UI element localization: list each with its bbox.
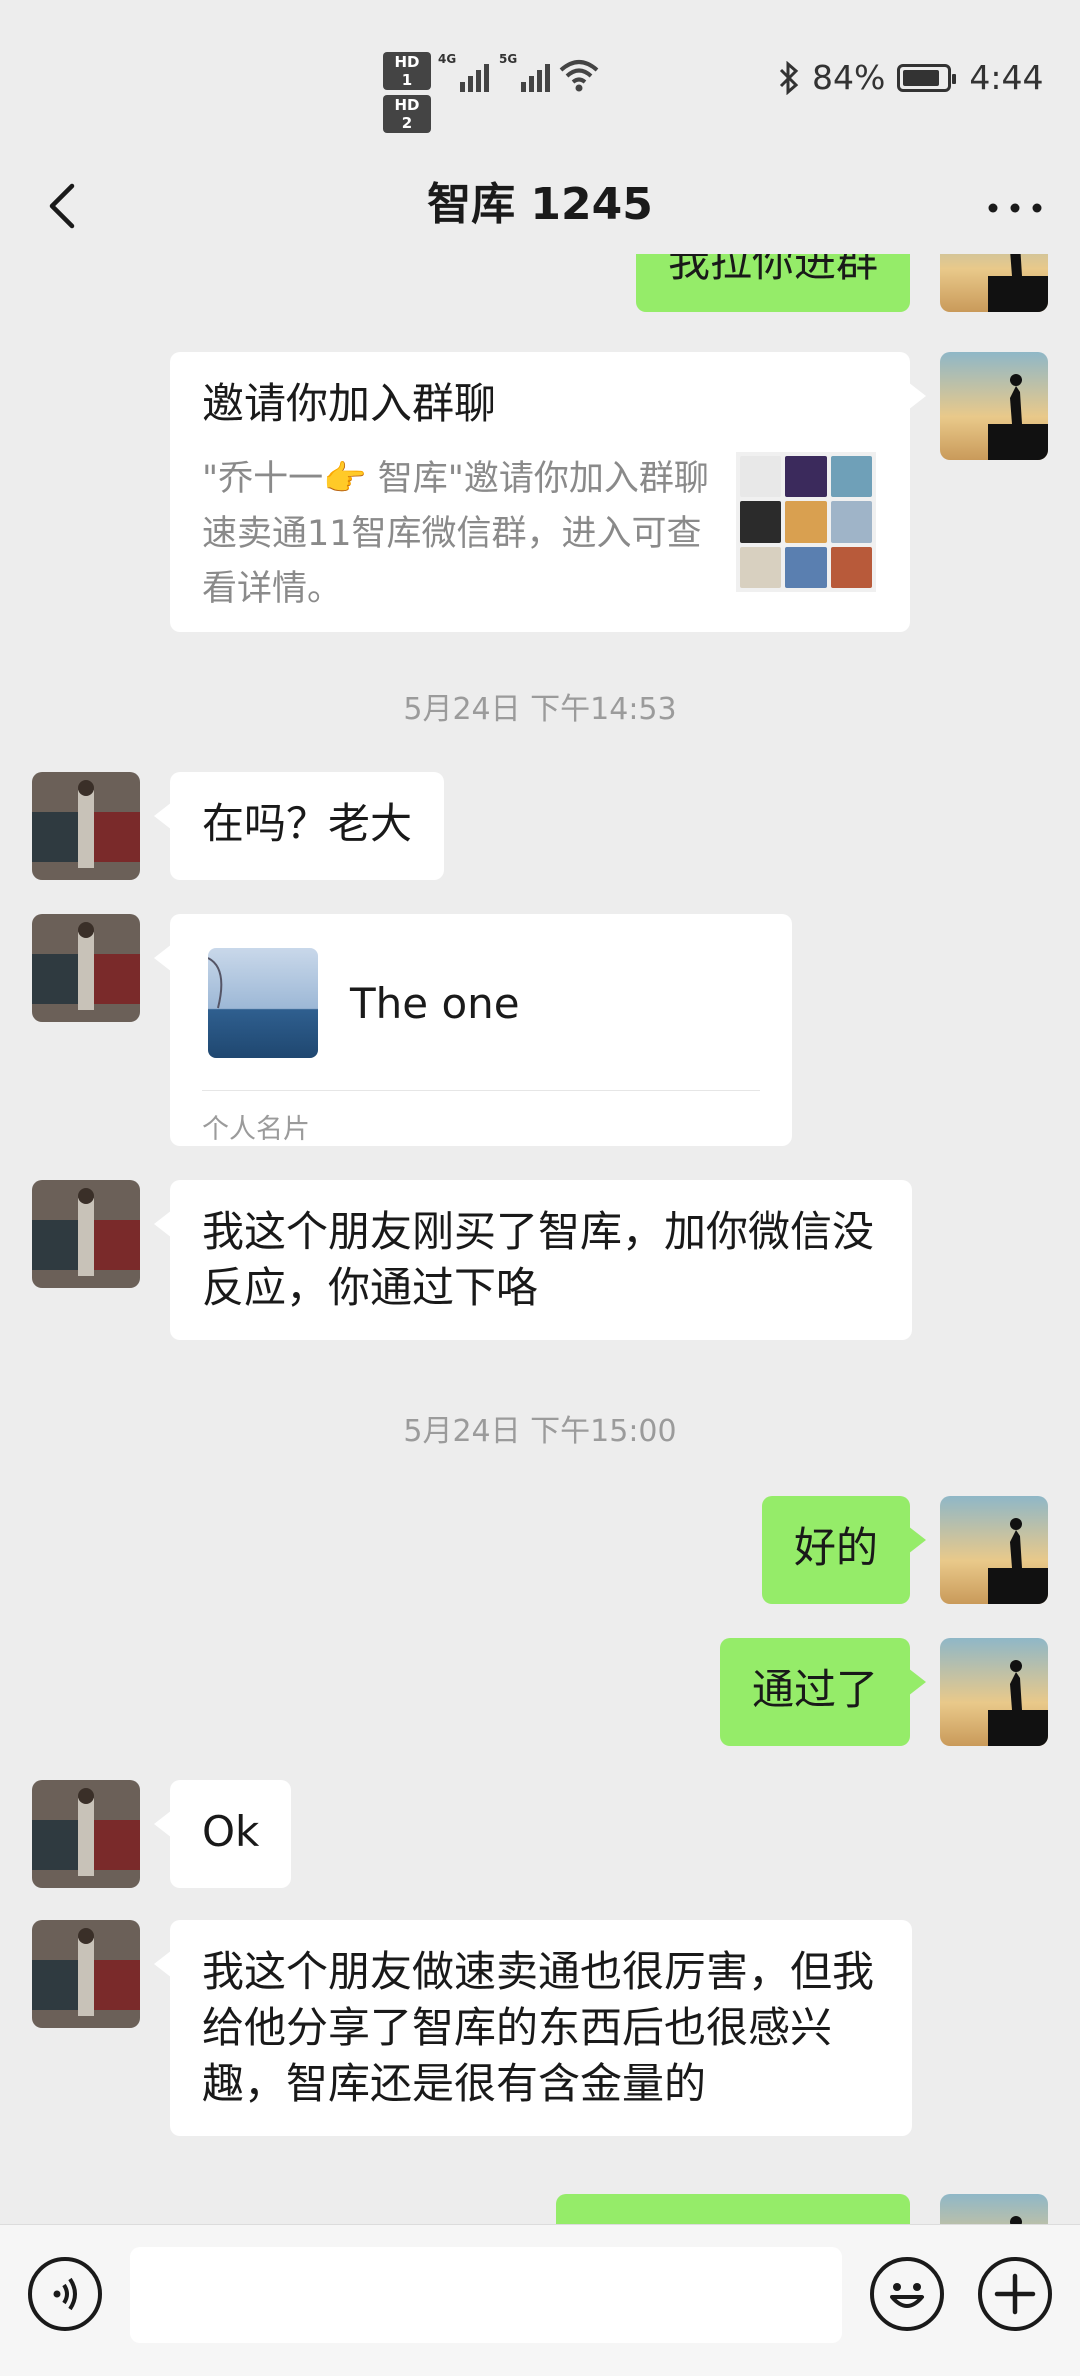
message-text: 通过了	[751, 1665, 878, 1714]
emoji-button[interactable]	[870, 2257, 944, 2331]
invite-title: 邀请你加入群聊	[202, 379, 497, 428]
signal-4g-icon: 4G	[438, 52, 489, 92]
message-bubble-theirs[interactable]: 我这个朋友刚买了智库，加你微信没反应，你通过下咯	[154, 1180, 912, 1340]
battery-icon	[897, 63, 957, 92]
message-row: 通过了	[0, 1638, 1080, 1748]
voice-icon	[53, 2277, 77, 2311]
cellular-signals: 4G 5G	[438, 52, 550, 92]
contact-avatar[interactable]	[32, 914, 140, 1022]
my-avatar[interactable]	[940, 352, 1048, 460]
message-row: The one 个人名片	[0, 914, 1080, 1154]
message-row: 在吗？老大	[0, 772, 1080, 882]
avatar-image	[32, 1780, 140, 1888]
avatar-image	[32, 1180, 140, 1288]
message-bubble-mine[interactable]: 好的	[761, 1496, 927, 1604]
message-text: 在吗？老大	[202, 799, 413, 848]
contact-card[interactable]: The one 个人名片	[154, 914, 792, 1146]
message-bubble-theirs[interactable]: 我这个朋友做速卖通也很厉害，但我给他分享了智库的东西后也很感兴趣，智库还是很有含…	[154, 1920, 912, 2136]
invite-description: "乔十一👉 智库"邀请你加入群聊速卖通11智库微信群，进入可查看详情。	[202, 459, 709, 609]
card-contact-name: The one	[350, 979, 520, 1028]
card-contact-avatar	[208, 948, 318, 1058]
network-type-2: 5G	[499, 52, 518, 66]
signal-5g-icon: 5G	[499, 52, 550, 92]
more-functions-button[interactable]	[978, 2257, 1052, 2331]
more-dots-icon	[988, 203, 1042, 213]
message-bubble-theirs[interactable]: 在吗？老大	[153, 772, 445, 880]
input-bar	[0, 2224, 1080, 2376]
message-row: Ok	[0, 1780, 1080, 1890]
avatar-image	[940, 254, 1048, 312]
message-bubble-theirs[interactable]: Ok	[153, 1780, 292, 1888]
clock: 4:44	[969, 58, 1044, 97]
message-row: 我这个朋友刚买了智库，加你微信没反应，你通过下咯	[0, 1180, 1080, 1360]
avatar-image	[940, 2194, 1048, 2224]
sim1-badge: HD 1	[383, 52, 431, 90]
message-bubble-mine[interactable]: 我拉你进群	[635, 254, 910, 312]
message-text: 我拉你进群	[667, 254, 878, 286]
battery-percent: 84%	[812, 58, 886, 97]
avatar-image	[940, 352, 1048, 460]
status-bar: HD 1 HD 2 4G 5G 84% 4:44	[0, 0, 1080, 150]
my-avatar[interactable]	[940, 1638, 1048, 1746]
avatar-image	[940, 1496, 1048, 1604]
group-invite-card[interactable]: 邀请你加入群聊 "乔十一👉 智库"邀请你加入群聊速卖通11智库微信群，进入可查看…	[170, 352, 926, 632]
status-right: 84% 4:44	[778, 58, 1043, 97]
message-text: 我这个朋友做速卖通也很厉害，但我给他分享了智库的东西后也很感兴趣，智库还是很有含…	[202, 1947, 875, 2108]
bluetooth-icon	[779, 60, 799, 95]
message-input[interactable]	[130, 2247, 842, 2343]
chat-title: 智库 1245	[427, 179, 653, 230]
avatar-image	[940, 1638, 1048, 1746]
my-avatar[interactable]	[940, 1496, 1048, 1604]
contact-avatar[interactable]	[32, 1780, 140, 1888]
message-text: 好的	[793, 1523, 878, 1572]
message-row: 我拉你进群	[0, 254, 1080, 324]
timestamp: 5月24日 下午14:53	[403, 692, 677, 727]
message-row: 好的	[0, 1496, 1080, 1606]
wifi-icon	[559, 60, 599, 92]
sim-badges: HD 1 HD 2	[383, 52, 431, 138]
message-text: Ok	[202, 1807, 260, 1856]
timestamp: 5月24日 下午15:00	[403, 1414, 677, 1449]
avatar-image	[32, 914, 140, 1022]
message-row	[0, 2194, 1080, 2224]
contact-avatar[interactable]	[32, 1920, 140, 2028]
card-divider	[202, 1090, 760, 1091]
message-row: 我这个朋友做速卖通也很厉害，但我给他分享了智库的东西后也很感兴趣，智库还是很有含…	[0, 1920, 1080, 2170]
message-list[interactable]: 我拉你进群 邀请你加入群聊 "乔十一👉 智库"邀请你加入群聊速卖通11智库微信群…	[0, 254, 1080, 2224]
my-avatar[interactable]	[940, 254, 1048, 312]
contact-avatar[interactable]	[32, 772, 140, 880]
contact-avatar[interactable]	[32, 1180, 140, 1288]
sim2-badge: HD 2	[383, 95, 431, 133]
more-button[interactable]	[980, 170, 1050, 240]
card-type-label: 个人名片	[202, 1114, 310, 1145]
avatar-image	[32, 772, 140, 880]
chat-header: 智库 1245	[0, 150, 1080, 260]
message-bubble-mine[interactable]	[556, 2194, 910, 2224]
network-type-1: 4G	[438, 52, 457, 66]
avatar-image	[208, 948, 318, 1058]
emoji-icon	[890, 2283, 924, 2308]
plus-icon	[994, 2273, 1036, 2315]
message-bubble-mine[interactable]: 通过了	[719, 1638, 927, 1746]
message-text: 我这个朋友刚买了智库，加你微信没反应，你通过下咯	[202, 1207, 875, 1312]
voice-button[interactable]	[28, 2257, 102, 2331]
my-avatar[interactable]	[940, 2194, 1048, 2224]
message-row: 邀请你加入群聊 "乔十一👉 智库"邀请你加入群聊速卖通11智库微信群，进入可查看…	[0, 352, 1080, 642]
avatar-image	[32, 1920, 140, 2028]
group-avatar-grid	[736, 452, 876, 592]
